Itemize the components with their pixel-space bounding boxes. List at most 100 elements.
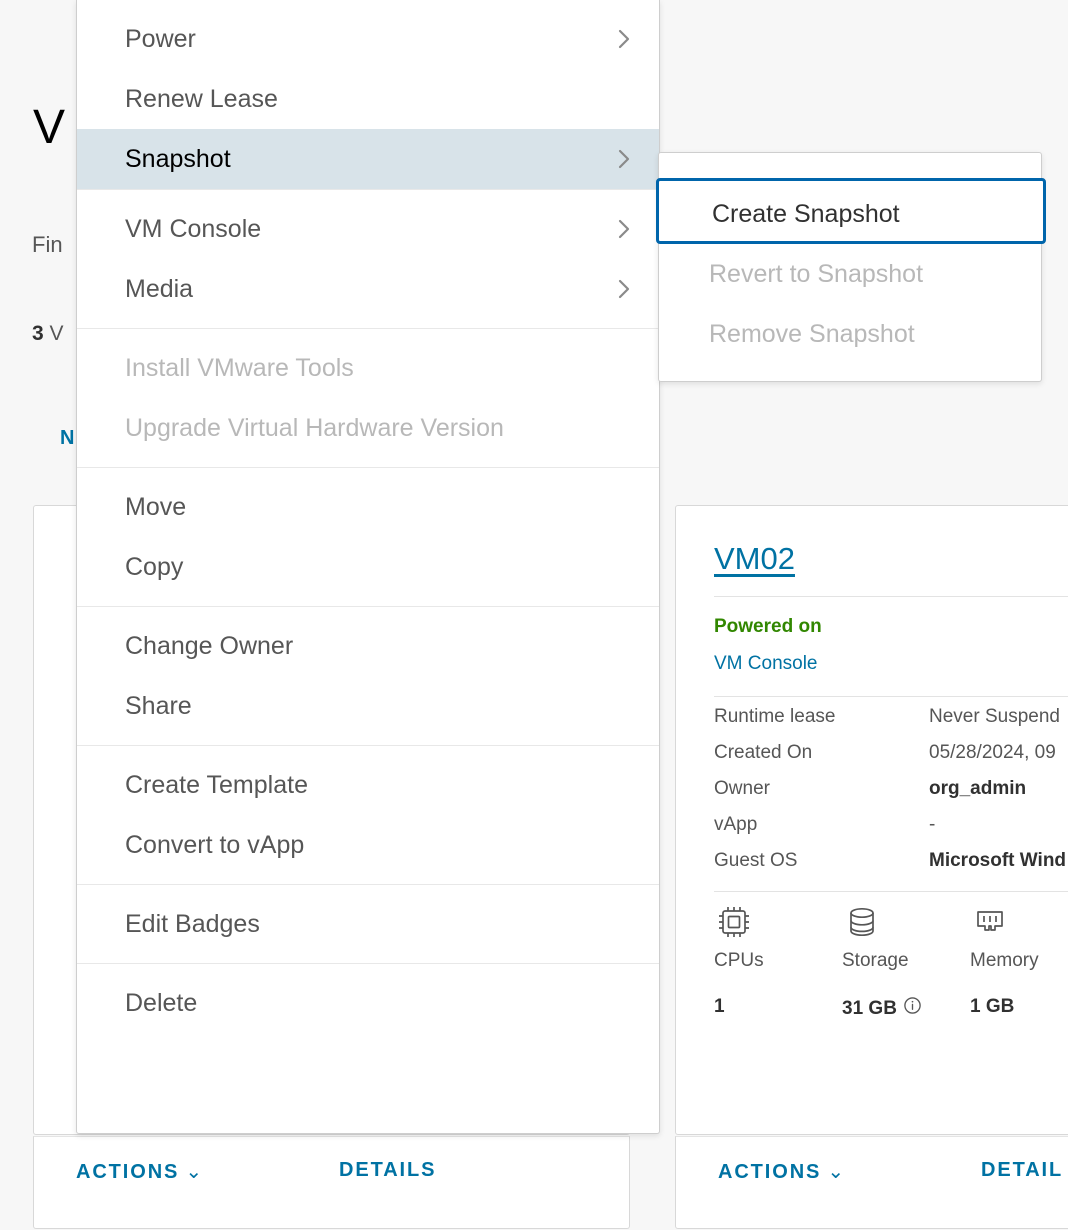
property-key: Guest OS <box>714 850 798 871</box>
menu-group: Create Template Convert to vApp <box>77 755 659 885</box>
menu-group: Move Copy <box>77 477 659 607</box>
menu-item-label: Power <box>125 25 196 53</box>
action-bar-right: ACTIONS ⌄ DETAIL <box>675 1136 1068 1229</box>
menu-item-label: Change Owner <box>125 632 294 660</box>
menu-item-install-vmware-tools: Install VMware Tools <box>77 338 659 398</box>
menu-item-delete[interactable]: Delete <box>77 973 659 1033</box>
menu-item-label: Install VMware Tools <box>125 354 354 382</box>
property-value: 05/28/2024, 09 <box>929 742 1056 763</box>
property-value: Microsoft Wind <box>929 850 1067 871</box>
menu-item-label: Upgrade Virtual Hardware Version <box>125 414 504 442</box>
chevron-right-icon <box>616 199 632 259</box>
context-menu[interactable]: Power Renew Lease Snapshot VM Console Me… <box>76 0 660 1134</box>
menu-group: Change Owner Share <box>77 616 659 746</box>
menu-item-vm-console[interactable]: VM Console <box>77 199 659 259</box>
stat-value-wrap: 1 <box>714 996 842 1018</box>
submenu-item-revert-to-snapshot: Revert to Snapshot <box>709 260 924 288</box>
menu-item-label: Renew Lease <box>125 85 278 113</box>
menu-item-media[interactable]: Media <box>77 259 659 319</box>
menu-item-label: Share <box>125 692 192 720</box>
submenu-item-remove-snapshot: Remove Snapshot <box>709 320 915 348</box>
property-row: Runtime lease Never Suspend <box>714 706 1068 742</box>
menu-item-renew-lease[interactable]: Renew Lease <box>77 69 659 129</box>
menu-group: Delete <box>77 973 659 1033</box>
property-value: - <box>929 814 936 835</box>
chevron-down-icon: ⌄ <box>827 1161 845 1183</box>
stat-value: 1 GB <box>970 996 1015 1017</box>
vm-resource-stats: CPUs 1 Storage 31 GB Memory 1 GB <box>714 902 1068 1021</box>
action-bar-left: ACTIONS ⌄ DETAILS <box>33 1136 630 1229</box>
stat-label: Memory <box>970 950 1039 971</box>
find-label: Fin <box>32 232 63 257</box>
details-button-left[interactable]: DETAILS <box>339 1159 436 1182</box>
property-value: Never Suspend <box>929 706 1060 727</box>
storage-icon <box>842 902 970 946</box>
menu-group: Edit Badges <box>77 894 659 964</box>
menu-item-share[interactable]: Share <box>77 676 659 736</box>
vm-status-badge: Powered on <box>714 616 822 637</box>
submenu-item-create-snapshot[interactable]: Create Snapshot <box>656 178 1046 244</box>
divider <box>714 696 1068 697</box>
property-row: vApp - <box>714 814 1068 850</box>
stat-memory: Memory 1 GB <box>970 902 1068 1021</box>
menu-item-power[interactable]: Power <box>77 9 659 69</box>
chevron-right-icon <box>616 259 632 319</box>
menu-item-label: VM Console <box>125 215 262 243</box>
screen: V Fin 3 V N VM02 Powered on VM Console R… <box>0 0 1068 1230</box>
menu-item-label: Edit Badges <box>125 910 260 938</box>
menu-item-snapshot[interactable]: Snapshot <box>77 129 659 189</box>
vm-count-unit: V <box>49 322 64 345</box>
chevron-down-icon: ⌄ <box>185 1161 203 1183</box>
actions-button-left[interactable]: ACTIONS ⌄ <box>76 1159 202 1184</box>
menu-item-label: Copy <box>125 553 184 581</box>
snapshot-submenu[interactable]: Create Snapshot Revert to Snapshot Remov… <box>656 152 1046 382</box>
actions-label: ACTIONS <box>718 1161 822 1183</box>
divider <box>714 596 1068 597</box>
actions-button-right[interactable]: ACTIONS ⌄ <box>718 1159 844 1184</box>
stat-value-wrap: 1 GB <box>970 996 1068 1018</box>
property-row: Created On 05/28/2024, 09 <box>714 742 1068 778</box>
divider <box>714 891 1068 892</box>
menu-item-edit-badges[interactable]: Edit Badges <box>77 894 659 954</box>
property-row: Owner org_admin <box>714 778 1068 814</box>
menu-item-change-owner[interactable]: Change Owner <box>77 616 659 676</box>
property-key: Owner <box>714 778 770 799</box>
details-button-right[interactable]: DETAIL <box>981 1159 1063 1182</box>
stat-value: 31 GB <box>842 997 897 1019</box>
chevron-right-icon <box>616 9 632 69</box>
vm-count-number: 3 <box>32 322 44 345</box>
property-key: vApp <box>714 814 758 835</box>
menu-item-label: Create Template <box>125 771 308 799</box>
stat-cpus: CPUs 1 <box>714 902 842 1021</box>
stat-value-wrap: 31 GB <box>842 996 970 1021</box>
menu-item-label: Move <box>125 493 187 521</box>
stat-label: CPUs <box>714 950 764 971</box>
menu-group: Power Renew Lease Snapshot <box>77 9 659 190</box>
info-icon[interactable] <box>903 996 922 1021</box>
stat-storage: Storage 31 GB <box>842 902 970 1021</box>
property-value: org_admin <box>929 778 1027 799</box>
menu-item-create-template[interactable]: Create Template <box>77 755 659 815</box>
vm-card-right[interactable]: VM02 Powered on VM Console Runtime lease… <box>675 505 1068 1135</box>
vm-properties: Runtime lease Never Suspend Created On 0… <box>714 706 1068 886</box>
menu-item-label: Media <box>125 275 194 303</box>
new-vm-button[interactable]: N <box>60 427 76 450</box>
menu-item-copy[interactable]: Copy <box>77 537 659 597</box>
memory-icon <box>970 902 1068 946</box>
vm-name-link[interactable]: VM02 <box>714 541 795 577</box>
menu-item-label: Delete <box>125 989 198 1017</box>
vm-count-label: 3 V <box>32 322 64 346</box>
menu-item-label: Snapshot <box>125 145 231 173</box>
property-row: Guest OS Microsoft Wind <box>714 850 1068 886</box>
property-key: Runtime lease <box>714 706 836 727</box>
menu-item-upgrade-virtual-hardware-version: Upgrade Virtual Hardware Version <box>77 398 659 458</box>
chevron-right-icon <box>616 129 632 189</box>
property-key: Created On <box>714 742 813 763</box>
vm-console-link[interactable]: VM Console <box>714 653 818 675</box>
menu-item-label: Convert to vApp <box>125 831 305 859</box>
menu-item-move[interactable]: Move <box>77 477 659 537</box>
stat-label: Storage <box>842 950 909 971</box>
actions-label: ACTIONS <box>76 1161 180 1183</box>
menu-item-convert-to-vapp[interactable]: Convert to vApp <box>77 815 659 875</box>
stat-value: 1 <box>714 996 725 1017</box>
